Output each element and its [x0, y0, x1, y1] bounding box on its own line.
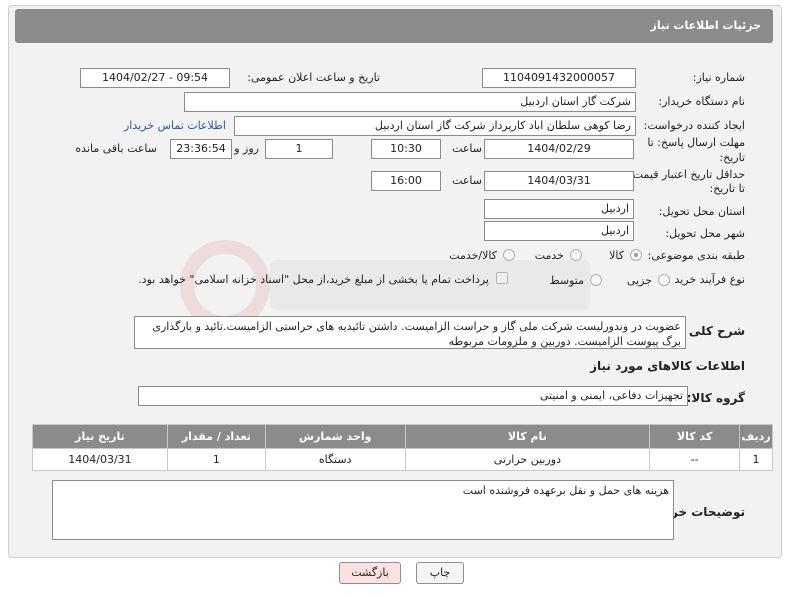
remaining-time-field: 23:36:54 [170, 139, 232, 159]
delivery-province-field: اردبیل [484, 199, 634, 219]
price-validity-time-label: ساعت [452, 174, 482, 187]
col-goods-name: نام کالا [404, 424, 651, 449]
reply-deadline-label-1: مهلت ارسال پاسخ: تا [647, 136, 745, 149]
buyer-org-label: نام دستگاه خریدار: [658, 95, 745, 108]
reply-deadline-label-2: تاریخ: [719, 151, 745, 164]
print-button[interactable]: چاپ [416, 562, 464, 584]
cell-row-number: 1 [739, 448, 773, 471]
buyer-notes-textarea: هزینه های حمل و نقل برعهده فروشنده است [52, 480, 674, 540]
goods-table-header: ردیف کد کالا نام کالا واحد شمارش تعداد /… [32, 424, 773, 449]
requester-label: ایجاد کننده درخواست: [643, 119, 745, 132]
price-validity-date: 1404/03/31 [484, 171, 634, 191]
col-unit: واحد شمارش [264, 424, 406, 449]
category-goods-radio[interactable] [630, 249, 642, 261]
goods-table: ردیف کد کالا نام کالا واحد شمارش تعداد /… [32, 424, 773, 471]
price-validity-label-1: حداقل تاریخ اعتبار قیمت: [629, 168, 745, 181]
goods-section-title: اطلاعات کالاهای مورد نیاز [590, 359, 745, 373]
purchase-partial-radio[interactable] [658, 274, 670, 286]
col-need-date: تاریخ نیاز [32, 424, 168, 449]
purchase-type-label: نوع فرآیند خرید : [667, 273, 745, 286]
col-row-number: ردیف [739, 424, 773, 449]
remaining-time-label: ساعت باقی مانده [75, 142, 157, 155]
announce-datetime-label: تاریخ و ساعت اعلان عمومی: [247, 71, 380, 84]
remaining-days-field: 1 [265, 139, 333, 159]
days-label: روز و [234, 142, 259, 155]
cell-goods-name: دوربین حرارتی [404, 448, 651, 471]
requester-field: رضا کوهی سلطان اباد کارپرداز شرکت گاز اس… [234, 116, 636, 136]
goods-group-label: گروه کالا: [686, 391, 745, 405]
cell-unit: دستگاه [264, 448, 406, 471]
goods-group-field: تجهیزات دفاعی، ایمنی و امنیتی [138, 386, 688, 406]
buyer-org-field: شرکت گاز استان اردبیل [184, 92, 636, 112]
table-row: 1 -- دوربین حرارتی دستگاه 1 1404/03/31 [32, 448, 773, 471]
delivery-city-label: شهر محل تحویل: [665, 227, 745, 240]
reply-time-label: ساعت [452, 142, 482, 155]
category-goods-service-radio[interactable] [503, 249, 515, 261]
category-goods-label: کالا [609, 249, 624, 262]
treasury-payment-note: پرداخت تمام یا بخشی از مبلغ خرید،از محل … [138, 273, 489, 286]
reply-deadline-date: 1404/02/29 [484, 139, 634, 159]
category-service-radio[interactable] [570, 249, 582, 261]
need-number-label: شماره نیاز: [692, 71, 745, 84]
page-title: جزئیات اطلاعات نیاز [650, 19, 762, 32]
col-quantity: تعداد / مقدار [166, 424, 266, 449]
cell-quantity: 1 [166, 448, 266, 471]
delivery-province-label: استان محل تحویل: [658, 205, 745, 218]
delivery-city-field: اردبیل [484, 221, 634, 241]
treasury-payment-checkbox[interactable] [496, 272, 508, 284]
purchase-medium-label: متوسط [549, 274, 584, 287]
price-validity-label-2: تا تاریخ: [709, 182, 745, 195]
description-textarea: عضویت در وندورلیست شرکت ملی گاز و حراست … [134, 316, 686, 349]
reply-deadline-time: 10:30 [371, 139, 441, 159]
buyer-contact-link[interactable]: اطلاعات تماس خریدار [124, 119, 226, 132]
cell-goods-code: -- [649, 448, 741, 471]
page-header: جزئیات اطلاعات نیاز [15, 9, 773, 43]
col-goods-code: کد کالا [649, 424, 741, 449]
cell-need-date: 1404/03/31 [32, 448, 168, 471]
purchase-partial-label: جزیی [626, 274, 652, 287]
category-label: طبقه بندی موضوعی: [647, 249, 745, 262]
back-button[interactable]: بازگشت [339, 562, 401, 584]
category-goods-service-label: کالا/خدمت [449, 249, 497, 262]
category-service-label: خدمت [534, 249, 564, 262]
price-validity-time: 16:00 [371, 171, 441, 191]
purchase-medium-radio[interactable] [590, 274, 602, 286]
announce-datetime-field: 1404/02/27 - 09:54 [80, 68, 230, 88]
need-number-field: 1104091432000057 [482, 68, 636, 88]
